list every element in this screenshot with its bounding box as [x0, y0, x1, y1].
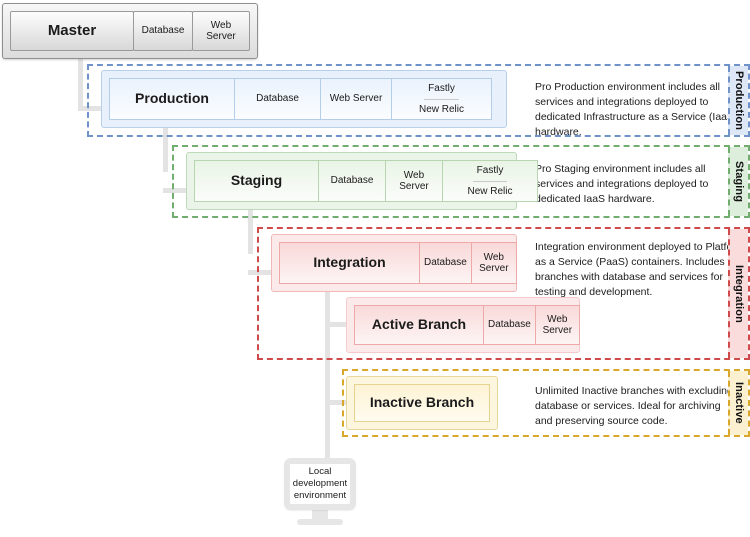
section-production-description: Pro Production environment includes all … — [535, 81, 738, 138]
integration-cell-database: Database — [419, 242, 472, 284]
staging-cell-database: Database — [318, 160, 386, 202]
section-integration-description: Integration environment deployed to Plat… — [535, 241, 745, 298]
master-label: Master — [10, 11, 134, 51]
local-dev-label: Local development environment — [284, 458, 356, 510]
section-staging-side-label: Staging — [728, 147, 748, 216]
integration-label: Integration — [279, 242, 420, 284]
production-cell-services: Fastly New Relic — [391, 78, 492, 120]
production-environment-box[interactable]: Production Database Web Server Fastly Ne… — [101, 70, 507, 128]
master-cell-database: Database — [133, 11, 193, 51]
production-cell-web-server: Web Server — [320, 78, 392, 120]
monitor-base-icon — [297, 519, 343, 525]
section-production-side-label: Production — [728, 66, 748, 135]
integration-cell-web-server: Web Server — [470, 242, 517, 284]
active-branch-cell-web-server: Web Server — [534, 305, 580, 345]
production-label: Production — [109, 78, 235, 120]
connector-master-trunk — [78, 59, 83, 111]
production-service-fastly: Fastly — [424, 79, 459, 100]
section-staging-description: Pro Staging environment includes all ser… — [535, 163, 709, 205]
environment-architecture-diagram: Pro Production environment includes all … — [0, 0, 750, 537]
active-branch-label: Active Branch — [354, 305, 484, 345]
staging-cell-web-server: Web Server — [385, 160, 443, 202]
active-branch-box[interactable]: Active Branch Database Web Server — [346, 297, 580, 353]
inactive-branch-label: Inactive Branch — [354, 384, 490, 422]
section-integration-side-label: Integration — [728, 229, 748, 358]
production-service-new-relic: New Relic — [418, 103, 464, 115]
inactive-branch-box[interactable]: Inactive Branch — [346, 376, 498, 430]
local-development-environment[interactable]: Local development environment — [284, 458, 356, 536]
production-cell-database: Database — [234, 78, 321, 120]
section-inactive-side-label: Inactive — [728, 371, 748, 435]
integration-environment-box[interactable]: Integration Database Web Server — [271, 234, 517, 292]
master-cell-web-server: Web Server — [192, 11, 250, 51]
staging-environment-box[interactable]: Staging Database Web Server Fastly New R… — [186, 152, 538, 210]
master-branch-box[interactable]: Master Database Web Server — [2, 3, 258, 59]
staging-service-fastly: Fastly — [472, 161, 508, 182]
active-branch-cell-database: Database — [483, 305, 536, 345]
staging-label: Staging — [194, 160, 319, 202]
staging-cell-services: Fastly New Relic — [442, 160, 538, 202]
section-inactive-description: Unlimited Inactive branches with excludi… — [535, 385, 733, 427]
staging-service-new-relic: New Relic — [467, 185, 513, 197]
